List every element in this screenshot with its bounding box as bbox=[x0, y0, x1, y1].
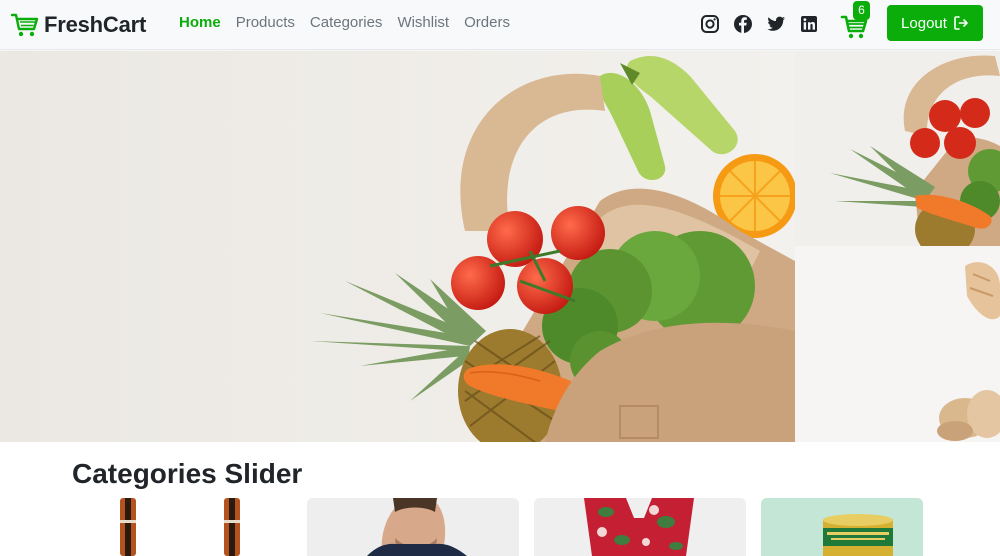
nav-link-categories[interactable]: Categories bbox=[310, 14, 383, 31]
nav-link-wishlist[interactable]: Wishlist bbox=[397, 14, 449, 31]
nav-link-products[interactable]: Products bbox=[236, 14, 295, 31]
canned-food-image bbox=[761, 498, 923, 556]
nav-link-home[interactable]: Home bbox=[179, 14, 221, 31]
category-card-guitar[interactable] bbox=[80, 498, 292, 556]
navbar: FreshCart Home Products Categories Wishl… bbox=[0, 0, 1000, 50]
bread-image bbox=[795, 246, 1000, 442]
guitar-image bbox=[80, 498, 292, 556]
social-links bbox=[700, 14, 819, 34]
man-portrait-image bbox=[307, 498, 519, 556]
hero-side-banner-bottom[interactable] bbox=[795, 246, 1000, 442]
hero-side-banner-top[interactable] bbox=[795, 51, 1000, 246]
category-card-women-fashion[interactable] bbox=[534, 498, 746, 556]
brand-logo[interactable]: FreshCart bbox=[11, 10, 146, 40]
logout-icon bbox=[954, 16, 968, 30]
main-nav: Home Products Categories Wishlist Orders bbox=[179, 14, 525, 31]
floral-dress-image bbox=[534, 498, 746, 556]
grocery-bag-small-image bbox=[795, 51, 1000, 246]
linkedin-icon[interactable] bbox=[799, 14, 819, 34]
nav-link-orders[interactable]: Orders bbox=[464, 14, 510, 31]
cart-count-badge: 6 bbox=[853, 1, 870, 20]
twitter-icon[interactable] bbox=[766, 14, 786, 34]
logout-button[interactable]: Logout bbox=[887, 5, 983, 41]
facebook-icon[interactable] bbox=[733, 14, 753, 34]
grocery-bag-image bbox=[0, 51, 795, 442]
instagram-icon[interactable] bbox=[700, 14, 720, 34]
brand-name: FreshCart bbox=[44, 12, 147, 37]
hero-slider[interactable] bbox=[0, 51, 795, 442]
category-card-men-fashion[interactable] bbox=[307, 498, 519, 556]
logout-label: Logout bbox=[901, 14, 947, 32]
cart-icon bbox=[11, 13, 39, 37]
categories-title: Categories Slider bbox=[72, 458, 303, 489]
category-card-groceries[interactable] bbox=[761, 498, 923, 556]
